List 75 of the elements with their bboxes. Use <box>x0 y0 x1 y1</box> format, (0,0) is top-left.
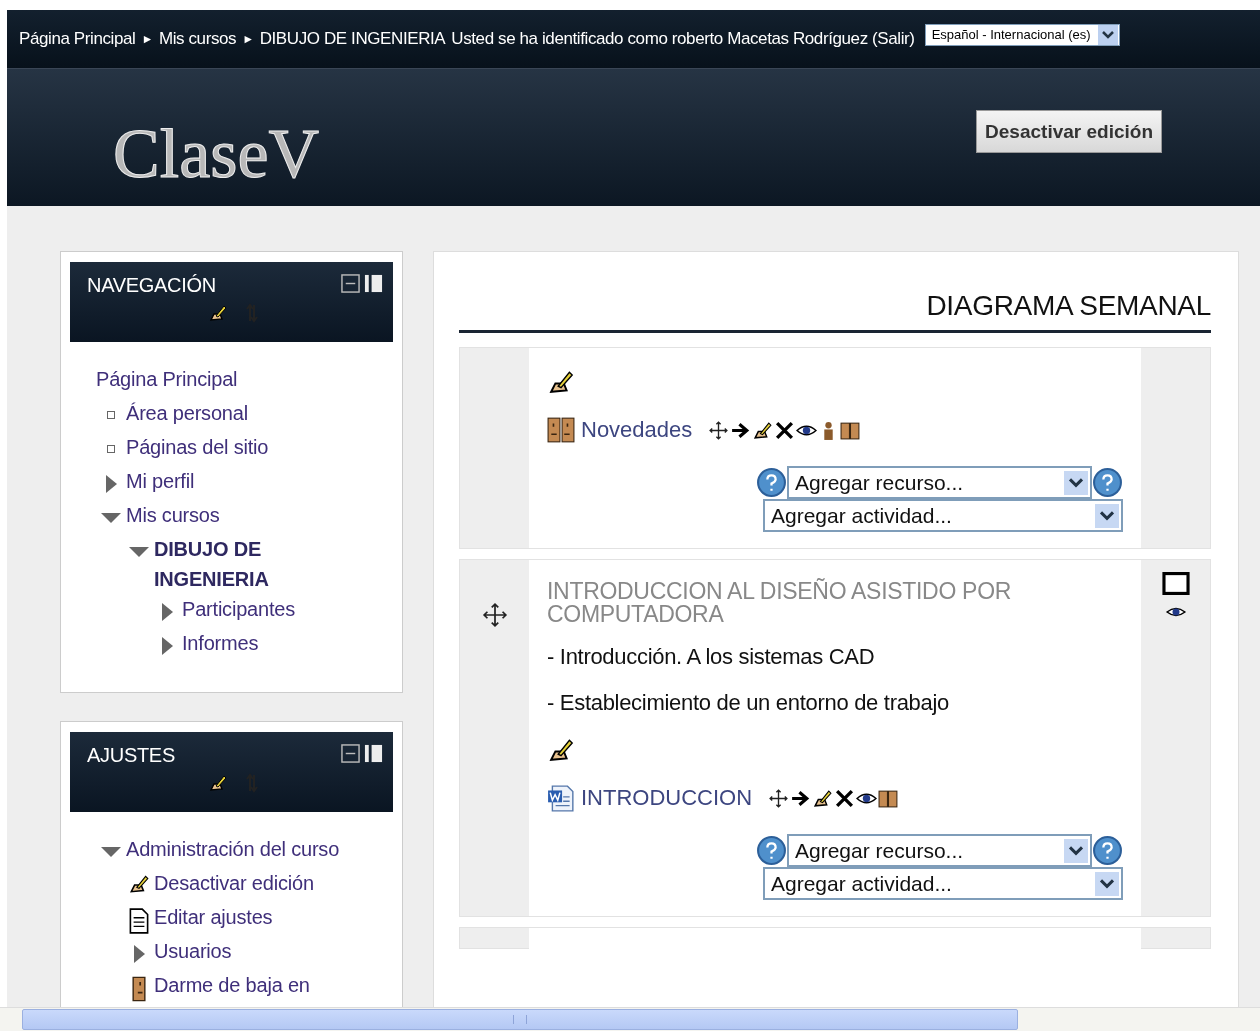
tree-item-link[interactable]: Editar ajustes <box>154 902 273 932</box>
horizontal-scrollbar[interactable] <box>0 1007 1260 1031</box>
add-activity-select[interactable]: Agregar actividad... <box>763 867 1123 900</box>
document-icon <box>547 784 575 812</box>
dropdown-icon <box>1064 469 1088 496</box>
eye-icon[interactable] <box>1165 605 1186 619</box>
collapse-icon[interactable] <box>341 744 360 763</box>
breadcrumb-link[interactable]: DIBUJO DE INGENIERIA <box>259 29 446 49</box>
collapse-icon[interactable] <box>341 274 360 293</box>
block-title: NAVEGACIÓN <box>87 274 216 297</box>
tree-item-link[interactable]: Desactivar edición <box>154 868 314 898</box>
breadcrumb-link[interactable]: Mis cursos <box>158 29 237 49</box>
tree-item-link[interactable]: Participantes <box>182 594 295 624</box>
language-select[interactable]: Español - Internacional (es) <box>924 24 1120 46</box>
help-icon[interactable] <box>1092 467 1123 498</box>
dropdown-icon <box>1064 837 1088 864</box>
move-icon[interactable] <box>481 602 508 628</box>
breadcrumb-separator: ► <box>242 32 254 46</box>
bullet-icon <box>107 411 115 419</box>
tree-item-link[interactable]: Usuarios <box>154 936 232 966</box>
pencil-hand-icon[interactable] <box>208 773 228 793</box>
pencil-hand-icon <box>127 873 151 895</box>
arrow-icon[interactable] <box>161 603 173 621</box>
document-icon <box>127 907 151 935</box>
square-icon[interactable] <box>1161 572 1190 595</box>
pencil-hand-icon[interactable] <box>547 368 575 396</box>
pencil-hand-icon[interactable] <box>547 736 575 764</box>
delete-icon[interactable] <box>834 787 856 809</box>
dock-icon[interactable] <box>364 744 383 763</box>
help-icon[interactable] <box>756 467 787 498</box>
move-icon[interactable] <box>768 787 790 809</box>
arrow-icon[interactable] <box>133 945 145 963</box>
login-info: Usted se ha identificado como roberto Macetas Rodríguez (Salir) <box>451 29 915 49</box>
add-activity-select[interactable]: Agregar actividad... <box>763 499 1123 532</box>
page-heading: DIAGRAMA SEMANAL <box>459 290 1211 333</box>
add-resource-select[interactable]: Agregar recurso... <box>787 834 1092 867</box>
breadcrumb-separator: ► <box>141 32 153 46</box>
tree-item-link[interactable]: Administración del curso <box>126 834 340 864</box>
move-icon[interactable] <box>708 419 730 441</box>
people-icon <box>547 416 575 444</box>
pencil-hand-icon[interactable] <box>208 303 228 323</box>
block-title: AJUSTES <box>87 744 175 767</box>
section-title: INTRODUCCION AL DISEÑO ASISTIDO POR COMPUTADORA <box>547 580 1013 626</box>
activity-link[interactable]: Novedades <box>581 417 693 443</box>
dropdown-icon <box>1095 502 1119 529</box>
activity-link[interactable]: INTRODUCCION <box>581 785 753 811</box>
tree-item-link[interactable]: Página Principal <box>96 364 238 394</box>
tree-item-link[interactable]: Informes <box>182 628 259 658</box>
tree-item-link[interactable]: DIBUJO DE INGENIERIA <box>154 534 284 594</box>
arrow-icon[interactable] <box>161 637 173 655</box>
pencil-hand-icon[interactable] <box>752 419 774 441</box>
arrow-icon[interactable] <box>101 847 121 857</box>
dropdown-icon <box>1096 25 1119 45</box>
edit-mode-button[interactable]: Desactivar edición <box>976 110 1162 153</box>
tree-item-link[interactable]: Darme de baja en <box>154 970 310 1000</box>
site-logo[interactable]: ClaseV <box>113 119 320 189</box>
tree-item-link[interactable]: Mis cursos <box>126 500 220 530</box>
breadcrumb-link[interactable]: Página Principal <box>19 29 136 49</box>
arrow-icon[interactable] <box>101 513 121 523</box>
help-icon[interactable] <box>756 835 787 866</box>
summary-text: - Introducción. A los sistemas CAD <box>547 644 876 670</box>
help-icon[interactable] <box>1092 835 1123 866</box>
tree-item-link[interactable]: Mi perfil <box>126 466 195 496</box>
arrow-icon[interactable] <box>105 475 117 493</box>
add-resource-select[interactable]: Agregar recurso... <box>787 466 1092 499</box>
pencil-hand-icon[interactable] <box>812 787 834 809</box>
scrollbar-thumb[interactable] <box>22 1009 1018 1030</box>
bullet-icon <box>107 445 115 453</box>
delete-icon[interactable] <box>774 419 796 441</box>
tree-item-link[interactable]: Área personal <box>126 398 248 428</box>
tree-item-link[interactable]: Páginas del sitio <box>126 432 269 462</box>
arrow-icon[interactable] <box>129 547 149 557</box>
summary-text: - Establecimiento de un entorno de trabajo <box>547 690 950 716</box>
dropdown-icon <box>1095 870 1119 897</box>
dock-icon[interactable] <box>364 274 383 293</box>
